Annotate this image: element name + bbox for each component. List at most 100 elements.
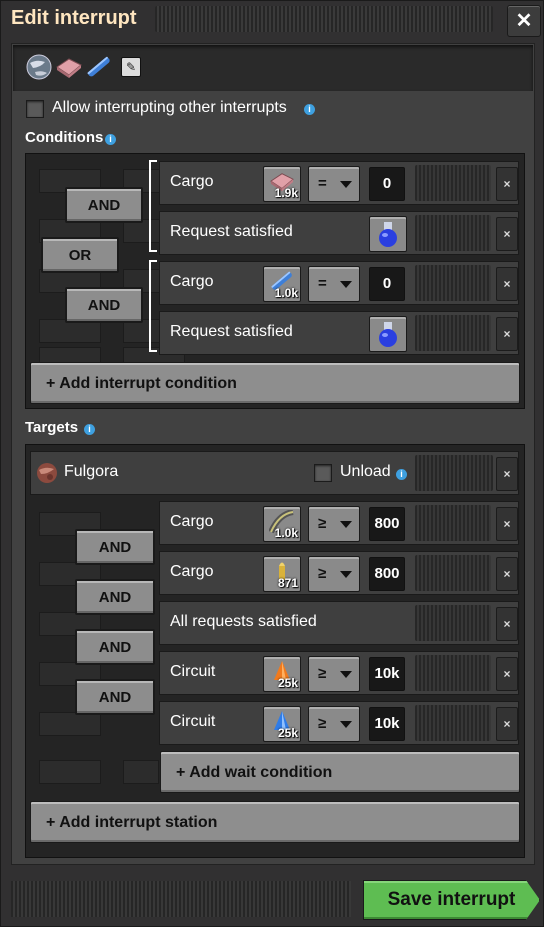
wait-condition-row[interactable]: Cargo 871 ≥ 800 ×: [159, 551, 519, 595]
condition-row[interactable]: Request satisfied ×: [159, 211, 519, 255]
station-row[interactable]: Fulgora Unload i ×: [30, 451, 519, 495]
info-icon[interactable]: i: [84, 424, 95, 435]
condition-row[interactable]: Cargo 1.9k = 0 ×: [159, 161, 519, 205]
save-interrupt-button[interactable]: Save interrupt: [363, 880, 540, 920]
or-button[interactable]: OR: [41, 237, 119, 273]
drag-handle[interactable]: [155, 6, 493, 32]
remove-button[interactable]: ×: [496, 507, 518, 541]
drag-handle[interactable]: [415, 165, 491, 201]
value-field[interactable]: 0: [369, 167, 405, 201]
value-field[interactable]: 10k: [369, 707, 405, 741]
drag-handle[interactable]: [415, 505, 491, 541]
item-quantity: 871: [277, 576, 298, 590]
group-bracket: [149, 260, 157, 352]
wait-condition-row[interactable]: Circuit 25k ≥ 10k ×: [159, 651, 519, 695]
condition-type-label: Cargo: [170, 513, 214, 530]
add-wait-condition-button[interactable]: + Add wait condition: [160, 751, 520, 793]
add-interrupt-station-button[interactable]: + Add interrupt station: [30, 801, 520, 843]
remove-button[interactable]: ×: [496, 267, 518, 301]
drag-handle[interactable]: [415, 655, 491, 691]
wait-condition-row[interactable]: Circuit 25k ≥ 10k ×: [159, 701, 519, 745]
comparator-dropdown[interactable]: ≥: [308, 556, 360, 592]
signal-slot[interactable]: 25k: [263, 656, 301, 692]
item-slot[interactable]: [369, 216, 407, 252]
remove-button[interactable]: ×: [496, 167, 518, 201]
condition-type-label: All requests satisfied: [170, 613, 317, 630]
value-field[interactable]: 0: [369, 267, 405, 301]
comparator-dropdown[interactable]: =: [308, 166, 360, 202]
edit-interrupt-window: Edit interrupt ✕ ✎ Allow interrupting ot…: [0, 0, 544, 927]
signal-quantity: 25k: [277, 726, 298, 740]
remove-button[interactable]: ×: [496, 317, 518, 351]
and-button[interactable]: AND: [65, 287, 143, 323]
empty-slot: [39, 712, 101, 736]
item-quantity: 1.9k: [274, 186, 298, 200]
chevron-down-icon: [340, 281, 352, 288]
comparator-dropdown[interactable]: ≥: [308, 506, 360, 542]
value-field[interactable]: 800: [369, 507, 405, 541]
drag-handle[interactable]: [415, 215, 491, 251]
drag-handle[interactable]: [415, 705, 491, 741]
cargo-item-slot[interactable]: 1.9k: [263, 166, 301, 202]
comparator-symbol: ≥: [318, 515, 327, 532]
drag-handle[interactable]: [415, 455, 493, 491]
signal-quantity: 25k: [277, 676, 298, 690]
wait-condition-row[interactable]: All requests satisfied ×: [159, 601, 519, 645]
condition-type-label: Circuit: [170, 713, 216, 730]
info-icon[interactable]: i: [396, 469, 407, 480]
value-field[interactable]: 10k: [369, 657, 405, 691]
drag-handle[interactable]: [415, 555, 491, 591]
value-field[interactable]: 800: [369, 557, 405, 591]
bottom-drag-handle[interactable]: [11, 881, 351, 917]
condition-row[interactable]: Request satisfied ×: [159, 311, 519, 355]
condition-type-label: Request satisfied: [170, 323, 293, 340]
add-interrupt-condition-button[interactable]: + Add interrupt condition: [30, 362, 520, 404]
and-button[interactable]: AND: [75, 629, 155, 665]
comparator-dropdown[interactable]: ≥: [308, 706, 360, 742]
title-bar[interactable]: Edit interrupt ✕: [1, 1, 544, 41]
chevron-down-icon: [340, 671, 352, 678]
condition-row[interactable]: Cargo 1.0k = 0 ×: [159, 261, 519, 305]
cargo-item-slot[interactable]: 1.0k: [263, 506, 301, 542]
signal-slot[interactable]: 25k: [263, 706, 301, 742]
close-button[interactable]: ✕: [507, 5, 541, 37]
blue-rod-icon[interactable]: [85, 53, 113, 81]
comparator-dropdown[interactable]: =: [308, 266, 360, 302]
remove-button[interactable]: ×: [496, 657, 518, 691]
allow-interrupting-label: Allow interrupting other interrupts: [52, 99, 287, 116]
info-icon[interactable]: i: [304, 104, 315, 115]
item-quantity: 1.0k: [274, 526, 298, 540]
remove-button[interactable]: ×: [496, 217, 518, 251]
comparator-symbol: =: [318, 275, 327, 292]
drag-handle[interactable]: [415, 315, 491, 351]
close-icon: ✕: [515, 10, 533, 32]
comparator-dropdown[interactable]: ≥: [308, 656, 360, 692]
chevron-down-icon: [340, 571, 352, 578]
and-button[interactable]: AND: [75, 679, 155, 715]
remove-button[interactable]: ×: [496, 707, 518, 741]
drag-handle[interactable]: [415, 265, 491, 301]
condition-type-label: Cargo: [170, 563, 214, 580]
remove-button[interactable]: ×: [496, 557, 518, 591]
and-button[interactable]: AND: [65, 187, 143, 223]
info-icon[interactable]: i: [105, 134, 116, 145]
unload-checkbox[interactable]: [314, 464, 332, 482]
empty-slot: [123, 760, 159, 784]
allow-interrupting-checkbox[interactable]: [26, 100, 44, 118]
remove-button[interactable]: ×: [496, 457, 518, 491]
planet-icon[interactable]: [25, 53, 53, 81]
condition-type-label: Request satisfied: [170, 223, 293, 240]
and-button[interactable]: AND: [75, 529, 155, 565]
and-button[interactable]: AND: [75, 579, 155, 615]
drag-handle[interactable]: [415, 605, 491, 641]
cargo-item-slot[interactable]: 871: [263, 556, 301, 592]
remove-button[interactable]: ×: [496, 607, 518, 641]
wait-condition-row[interactable]: Cargo 1.0k ≥ 800 ×: [159, 501, 519, 545]
cargo-item-slot[interactable]: 1.0k: [263, 266, 301, 302]
blue-flask-icon: [379, 322, 397, 347]
blue-flask-icon: [379, 222, 397, 247]
tile-item-icon[interactable]: [55, 53, 83, 81]
comparator-symbol: ≥: [318, 715, 327, 732]
edit-pencil-icon[interactable]: ✎: [121, 57, 141, 77]
item-slot[interactable]: [369, 316, 407, 352]
